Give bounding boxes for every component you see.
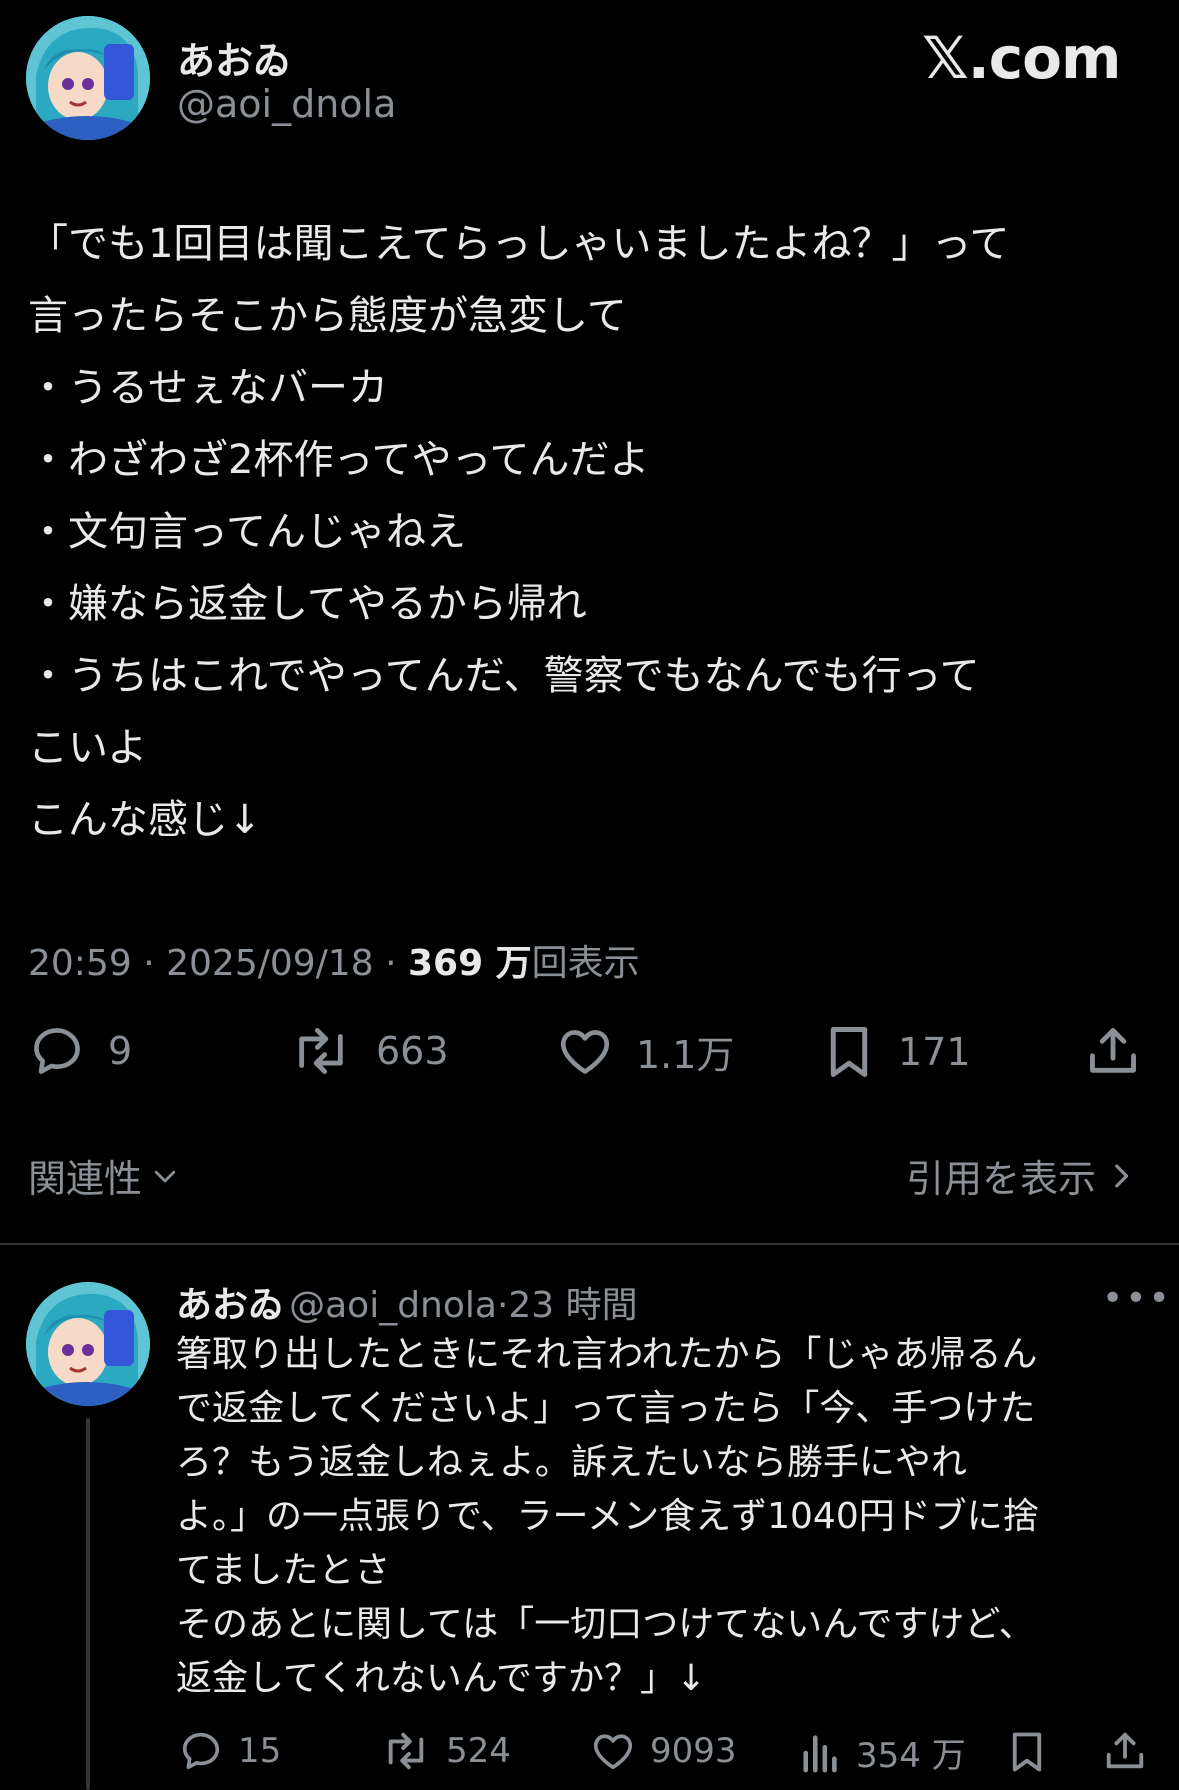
- tweet-line: こいよ: [28, 725, 148, 771]
- tweet-line: ・うちはこれでやってんだ、警察でもなんでも行って: [28, 653, 980, 699]
- reply-icon: [182, 1732, 220, 1770]
- reply-repost-count: 524: [446, 1731, 511, 1771]
- x-com-watermark: 𝕏.com: [922, 24, 1121, 92]
- more-icon: •••: [1102, 1278, 1172, 1319]
- reply-reply-button[interactable]: 15: [178, 1728, 281, 1774]
- share-button[interactable]: [1084, 1022, 1142, 1080]
- reply-line: 返金してくれないんですか？」↓: [176, 1658, 707, 1699]
- share-icon: [1090, 1028, 1136, 1073]
- tweet-line: こんな感じ↓: [28, 797, 262, 843]
- avatar-illustration: [26, 16, 150, 140]
- view-quotes-link[interactable]: 引用を表示: [906, 1148, 1138, 1203]
- like-button[interactable]: 1.1万: [556, 1022, 734, 1080]
- tweet-line: ・わざわざ2杯作ってやってんだよ: [28, 437, 650, 483]
- tweet-line: 言ったらそこから態度が急変して: [28, 293, 627, 339]
- handle[interactable]: @aoi_dnola: [177, 82, 396, 126]
- meta-separator: ·: [496, 1285, 509, 1326]
- reply-line: ろ？もう返金しねぇよ。訴えたいなら勝手にやれ: [176, 1442, 967, 1483]
- repost-button[interactable]: 663: [288, 1022, 449, 1080]
- view-count: 369 万: [407, 943, 532, 984]
- tweet-date[interactable]: 2025/09/18: [166, 943, 374, 984]
- divider: [0, 1243, 1179, 1245]
- tweet-line: ・文句言ってんじゃねえ: [28, 509, 466, 555]
- sort-dropdown[interactable]: 関連性: [28, 1148, 182, 1203]
- reply-text: 箸取り出したときにそれ言われたから「じゃあ帰るん で返金してくださいよ」って言っ…: [176, 1328, 1179, 1706]
- bookmark-button[interactable]: 171: [822, 1022, 971, 1082]
- thread-line: [86, 1418, 90, 1790]
- avatar-illustration: [26, 1282, 150, 1406]
- bookmark-icon: [1012, 1732, 1042, 1772]
- reply-line: そのあとに関しては「一切口つけてないんですけど、: [176, 1604, 1035, 1645]
- heart-icon: [593, 1734, 633, 1770]
- sort-label: 関連性: [28, 1157, 143, 1201]
- reply-like-count: 9093: [650, 1731, 737, 1771]
- reply-bookmark-button[interactable]: [1006, 1728, 1048, 1776]
- bookmark-icon: [830, 1027, 868, 1077]
- meta-separator: ·: [143, 943, 155, 984]
- view-quotes-label: 引用を表示: [906, 1157, 1097, 1201]
- tweet-line: ・嫌なら返金してやるから帰れ: [28, 581, 587, 627]
- reply-icon: [34, 1028, 80, 1074]
- chevron-right-icon: [1115, 1164, 1129, 1187]
- bookmark-count: 171: [898, 1030, 971, 1074]
- view-label: 回表示: [531, 943, 640, 984]
- reply-handle[interactable]: @aoi_dnola: [289, 1285, 497, 1326]
- display-name[interactable]: あおゐ: [177, 30, 291, 85]
- avatar[interactable]: [26, 16, 150, 140]
- reply-repost-button[interactable]: 524: [380, 1728, 511, 1774]
- like-count: 1.1万: [636, 1032, 735, 1077]
- heart-icon: [560, 1030, 610, 1074]
- repost-icon: [299, 1028, 343, 1074]
- reply-line: てましたとさ: [176, 1550, 391, 1591]
- tweet-line: 「でも1回目は聞こえてらっしゃいましたよね？」って: [28, 221, 1010, 267]
- more-options-button[interactable]: •••: [1102, 1278, 1172, 1319]
- reply-line: 箸取り出したときにそれ言われたから「じゃあ帰るん: [176, 1334, 1038, 1375]
- tweet-line: ・うるせぇなバーカ: [28, 365, 388, 411]
- reply-view-count: 354 万: [856, 1736, 966, 1776]
- reply-avatar[interactable]: [26, 1282, 150, 1406]
- reply-like-button[interactable]: 9093: [590, 1728, 737, 1774]
- reply-time[interactable]: 23 時間: [508, 1285, 637, 1326]
- reply-display-name[interactable]: あおゐ: [176, 1285, 284, 1326]
- share-icon: [1106, 1732, 1144, 1769]
- analytics-icon: [803, 1734, 837, 1772]
- repost-count: 663: [376, 1029, 449, 1073]
- chevron-down-icon: [154, 1170, 176, 1182]
- reply-line: よ。」の一点張りで、ラーメン食えず1040円ドブに捨: [176, 1496, 1039, 1537]
- reply-count: 9: [108, 1029, 133, 1073]
- tweet-meta: 20:59 · 2025/09/18 · 369 万回表示: [28, 934, 640, 986]
- reply-line: で返金してくださいよ」って言ったら「今、手つけた: [176, 1388, 1036, 1429]
- reply-button[interactable]: 9: [28, 1022, 132, 1080]
- reply-views-button[interactable]: 354 万: [800, 1728, 966, 1777]
- meta-separator: ·: [385, 943, 397, 984]
- repost-icon: [388, 1732, 424, 1770]
- reply-reply-count: 15: [238, 1731, 282, 1771]
- tweet-text: 「でも1回目は聞こえてらっしゃいましたよね？」って 言ったらそこから態度が急変し…: [28, 208, 1158, 856]
- reply-share-button[interactable]: [1102, 1728, 1148, 1774]
- tweet-time[interactable]: 20:59: [28, 943, 132, 984]
- reply-header: あおゐ @aoi_dnola·23 時間: [176, 1276, 638, 1328]
